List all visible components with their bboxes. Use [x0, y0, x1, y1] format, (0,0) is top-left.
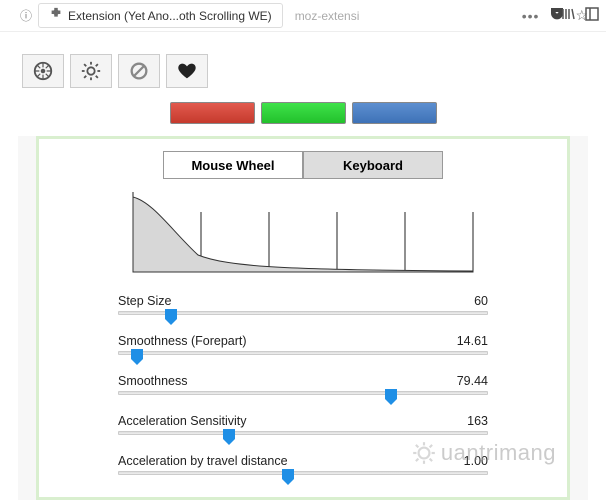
slider-thumb[interactable] [130, 349, 144, 365]
slider-step-size: Step Size 60 [118, 289, 488, 329]
color-strip-green[interactable] [261, 102, 346, 124]
slider-thumb[interactable] [164, 309, 178, 325]
sidebar-icon[interactable] [584, 6, 600, 25]
app-body: Mouse Wheel Keyboard Step [18, 50, 588, 500]
tab-keyboard[interactable]: Keyboard [303, 151, 443, 179]
settings-panel: Mouse Wheel Keyboard Step [36, 136, 570, 500]
color-strip-red[interactable] [170, 102, 255, 124]
slider-track[interactable] [118, 431, 488, 435]
tab-title-text: Extension (Yet Ano...oth Scrolling WE) [68, 9, 272, 23]
slider-acceleration-distance: Acceleration by travel distance 1.00 [118, 449, 488, 489]
slider-label: Step Size [118, 294, 172, 308]
slider-thumb[interactable] [281, 469, 295, 485]
color-strip-blue[interactable] [352, 102, 437, 124]
more-icon[interactable]: ••• [522, 8, 540, 24]
tab-mouse-wheel[interactable]: Mouse Wheel [163, 151, 303, 179]
slider-label: Smoothness [118, 374, 187, 388]
page-identity[interactable]: Extension (Yet Ano...oth Scrolling WE) [38, 3, 283, 28]
extension-icon [49, 7, 63, 24]
heart-button[interactable] [166, 54, 208, 88]
color-strip-row [18, 98, 588, 136]
slider-track[interactable] [118, 391, 488, 395]
slider-value: 14.61 [457, 334, 488, 348]
slider-list: Step Size 60 Smoothness (Forepart) 14.61 [118, 289, 488, 489]
slider-track[interactable] [118, 471, 488, 475]
gear-button[interactable] [70, 54, 112, 88]
slider-thumb[interactable] [384, 389, 398, 405]
slider-smoothness-forepart: Smoothness (Forepart) 14.61 [118, 329, 488, 369]
wheel-button[interactable] [22, 54, 64, 88]
toolbar-right-icons [560, 6, 600, 25]
slider-value: 79.44 [457, 374, 488, 388]
slider-value: 60 [474, 294, 488, 308]
slider-acceleration-sensitivity: Acceleration Sensitivity 163 [118, 409, 488, 449]
info-icon: ⓘ [20, 7, 32, 24]
settings-tabs: Mouse Wheel Keyboard [39, 151, 567, 179]
main-toolbar [18, 50, 588, 98]
library-icon[interactable] [560, 6, 576, 25]
slider-smoothness: Smoothness 79.44 [118, 369, 488, 409]
slider-track[interactable] [118, 351, 488, 355]
slider-value: 1.00 [464, 454, 488, 468]
browser-address-bar: ⓘ Extension (Yet Ano...oth Scrolling WE)… [0, 0, 606, 32]
slider-track[interactable] [118, 311, 488, 315]
slider-label: Acceleration Sensitivity [118, 414, 247, 428]
slider-value: 163 [467, 414, 488, 428]
slider-label: Smoothness (Forepart) [118, 334, 247, 348]
slider-thumb[interactable] [222, 429, 236, 445]
curve-chart [128, 187, 478, 277]
location-field[interactable]: moz-extensi [289, 9, 516, 23]
block-button[interactable] [118, 54, 160, 88]
slider-label: Acceleration by travel distance [118, 454, 288, 468]
